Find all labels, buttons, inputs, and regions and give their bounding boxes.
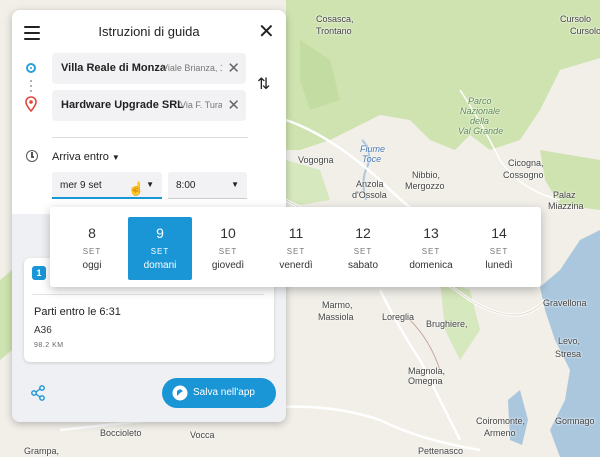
route-road: A36 xyxy=(34,325,52,336)
place-label: d'Ossola xyxy=(352,190,387,200)
place-label: Boccioleto xyxy=(100,428,142,438)
date-option[interactable]: 12 SET sabato xyxy=(331,217,395,280)
destination-field[interactable]: Hardware Upgrade SRL Via F. Turati ✕ xyxy=(52,90,246,121)
date-month: SET xyxy=(353,247,373,256)
arrive-by-label: Arriva entro xyxy=(52,151,109,163)
place-label: Cursolo xyxy=(570,26,600,36)
date-month: SET xyxy=(218,247,238,256)
phone-route-icon xyxy=(172,385,188,401)
date-weekday: oggi xyxy=(82,260,102,271)
clock-icon xyxy=(26,150,38,162)
caret-down-icon: ▼ xyxy=(231,180,239,189)
date-day-number: 9 xyxy=(156,225,164,241)
date-picker-popup: 8 SET oggi 9 SET domani 10 SET giovedì 11 SET ve… xyxy=(50,207,541,287)
caret-down-icon: ▼ xyxy=(146,180,154,189)
place-label: Gomnago xyxy=(555,416,595,426)
date-day-number: 10 xyxy=(220,225,236,241)
date-option[interactable]: 11 SET venerdì xyxy=(264,217,328,280)
date-option[interactable]: 14 SET lunedì xyxy=(467,217,531,280)
arrive-by-dropdown[interactable]: Arriva entro ▼ xyxy=(52,151,120,163)
place-label: Cicogna, xyxy=(508,158,544,168)
place-label: Miazzina xyxy=(548,201,584,211)
place-label: Cursolo xyxy=(560,14,592,24)
place-label: Vogogna xyxy=(298,155,334,165)
date-day-number: 12 xyxy=(355,225,371,241)
route-distance: 98.2 KM xyxy=(34,342,64,349)
close-icon[interactable]: ✕ xyxy=(258,22,275,42)
place-label: Mergozzo xyxy=(405,181,445,191)
place-label: Marmo, xyxy=(322,300,353,310)
date-value: mer 9 set xyxy=(60,180,102,191)
place-label: Fiume xyxy=(360,144,386,154)
place-label: Grampa, xyxy=(24,446,60,456)
date-weekday: domani xyxy=(143,260,177,271)
date-day-number: 8 xyxy=(88,225,96,241)
route-depart-time: Parti entro le 6:31 xyxy=(34,306,121,318)
time-value: 8:00 xyxy=(176,180,196,191)
place-label: Anzola xyxy=(356,179,384,189)
date-month: SET xyxy=(150,247,170,256)
place-label: Vocca xyxy=(190,430,215,440)
caret-down-icon: ▼ xyxy=(111,153,120,162)
destination-address: Via F. Turati xyxy=(180,100,222,110)
panel-title: Istruzioni di guida xyxy=(98,24,200,39)
place-label: Palaz xyxy=(553,190,576,200)
place-label: della xyxy=(470,116,490,126)
place-label: Trontano xyxy=(316,26,352,36)
save-in-app-label: Salva nell'app xyxy=(193,387,255,398)
place-label: Cosasca, xyxy=(316,14,354,24)
date-month: SET xyxy=(489,247,509,256)
date-select[interactable]: mer 9 set ▼ xyxy=(52,172,162,199)
clear-origin-icon[interactable]: ✕ xyxy=(227,59,240,77)
destination-pin-icon xyxy=(25,96,37,112)
date-weekday: domenica xyxy=(409,260,453,271)
route-dots-icon xyxy=(30,80,32,95)
place-label: Val Grande xyxy=(458,126,504,136)
place-label: Parco xyxy=(468,96,492,106)
origin-marker-icon xyxy=(26,63,36,73)
hand-cursor-icon: ☝ xyxy=(128,181,145,196)
route-index-badge: 1 xyxy=(32,266,46,280)
time-select[interactable]: 8:00 ▼ xyxy=(168,172,247,199)
place-label: Nazionale xyxy=(460,106,501,116)
origin-name: Villa Reale di Monza xyxy=(61,62,166,74)
date-option[interactable]: 8 SET oggi xyxy=(60,217,124,280)
date-day-number: 14 xyxy=(491,225,507,241)
place-label: Coiromonte, xyxy=(476,416,526,426)
place-label: Pettenasco xyxy=(418,446,464,456)
date-option-selected[interactable]: 9 SET domani xyxy=(128,217,192,280)
place-label: Levo, xyxy=(558,336,581,346)
divider xyxy=(32,294,264,295)
date-weekday: venerdì xyxy=(279,260,313,271)
place-label: Armeno xyxy=(484,428,516,438)
date-month: SET xyxy=(82,247,102,256)
place-label: Stresa xyxy=(555,349,582,359)
place-label: Magnola, xyxy=(408,366,446,376)
origin-field[interactable]: Villa Reale di Monza Viale Brianza, 1, M… xyxy=(52,53,246,84)
destination-name: Hardware Upgrade SRL xyxy=(61,99,184,111)
place-label: Nibbio, xyxy=(412,170,441,180)
date-weekday: lunedì xyxy=(485,260,513,271)
place-label: Cossogno xyxy=(503,170,544,180)
date-day-number: 13 xyxy=(423,225,439,241)
date-option[interactable]: 10 SET giovedì xyxy=(196,217,260,280)
date-weekday: sabato xyxy=(347,260,379,271)
date-option[interactable]: 13 SET domenica xyxy=(399,217,463,280)
origin-address: Viale Brianza, 1, Monza xyxy=(162,63,222,73)
place-label: Gravellona xyxy=(543,298,587,308)
place-label: Omegna xyxy=(408,376,443,386)
save-in-app-button[interactable]: Salva nell'app xyxy=(162,378,276,408)
clear-destination-icon[interactable]: ✕ xyxy=(227,96,240,114)
date-month: SET xyxy=(421,247,441,256)
divider xyxy=(52,137,248,138)
swap-icon[interactable]: ⇅ xyxy=(257,74,270,94)
share-icon[interactable] xyxy=(30,385,46,401)
place-label: Brughiere, xyxy=(426,319,468,329)
place-label: Massiola xyxy=(318,312,354,322)
date-month: SET xyxy=(286,247,306,256)
place-label: Toce xyxy=(362,154,382,164)
date-day-number: 11 xyxy=(288,225,304,241)
date-weekday: giovedì xyxy=(211,260,245,271)
place-label: Loreglia xyxy=(382,312,415,322)
